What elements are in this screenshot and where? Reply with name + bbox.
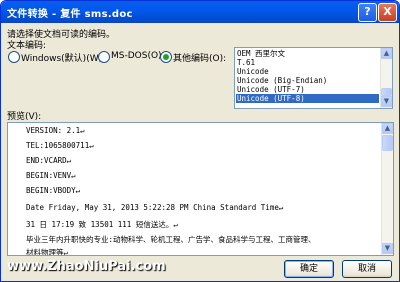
preview-scrollbar[interactable]: ▲ ▼ (381, 123, 393, 255)
radio-windows-default[interactable] (8, 51, 20, 63)
radio-windows-label[interactable]: Windows(默认)(W) (21, 51, 102, 64)
file-convert-dialog: 文件转换 - 复件 sms.doc ? X 请选择使文档可读的编码。 文本编码:… (0, 0, 400, 282)
scroll-up-icon[interactable]: ▲ (382, 123, 393, 134)
scroll-down-icon[interactable]: ▼ (381, 96, 392, 107)
preview-line: TEL:1065800711↵ (26, 141, 94, 150)
radio-ms-dos[interactable] (98, 51, 110, 63)
cancel-button[interactable]: 取消 (342, 260, 392, 278)
encoding-item[interactable]: T.61 (236, 58, 379, 67)
preview-line: 毕业三年内升职快的专业:动物科学、轮机工程、广告学、食品科学与工程、工商管理、 (26, 235, 316, 244)
encoding-scrollbar[interactable]: ▲ ▼ (380, 48, 392, 108)
radio-other-encoding[interactable] (160, 51, 172, 63)
radio-ms-dos-label[interactable]: MS-DOS(O) (111, 51, 162, 61)
encoding-item[interactable]: Unicode (236, 67, 379, 76)
title-bar[interactable]: 文件转换 - 复件 sms.doc ? X (1, 1, 399, 23)
close-button[interactable]: X (378, 3, 397, 22)
preview-line: 31 日 17:19 致 13501 111 短信送达。↵ (26, 220, 178, 229)
encoding-item[interactable]: Unicode (UTF-7) (236, 85, 379, 94)
scroll-thumb[interactable] (381, 88, 392, 96)
window-title: 文件转换 - 复件 sms.doc (7, 9, 133, 20)
preview-line: 材料物理等↵ (26, 248, 69, 256)
scroll-up-icon[interactable]: ▲ (381, 48, 392, 59)
preview-line: BEGIN:VBODY↵ (26, 186, 81, 195)
preview-line: Date Friday, May 31, 2013 5:22:28 PM Chi… (26, 203, 284, 212)
preview-line: VERSION: 2.1↵ (26, 126, 85, 135)
scroll-down-icon[interactable]: ▼ (382, 243, 393, 254)
watermark-text: www.ZhaoNiuPai.com (7, 259, 166, 274)
encoding-listbox[interactable]: OEM 西里尔文 T.61 Unicode Unicode (Big-Endia… (234, 47, 393, 109)
encoding-label: 文本编码: (7, 41, 47, 51)
radio-other-label[interactable]: 其他编码(O): (173, 51, 226, 64)
help-button[interactable]: ? (358, 3, 377, 22)
ok-button[interactable]: 确定 (284, 260, 334, 278)
scroll-thumb[interactable] (382, 135, 393, 151)
encoding-item[interactable]: Unicode (UTF-8) (236, 94, 379, 103)
preview-label: 预览(V): (7, 112, 42, 122)
preview-line: END:VCARD↵ (26, 156, 72, 165)
encoding-item[interactable]: OEM 西里尔文 (236, 49, 379, 58)
preview-line: BEGIN:VENV↵ (26, 171, 76, 180)
encoding-item[interactable]: Unicode (Big-Endian) (236, 76, 379, 85)
preview-pane[interactable]: VERSION: 2.1↵ TEL:1065800711↵ END:VCARD↵… (7, 122, 394, 256)
